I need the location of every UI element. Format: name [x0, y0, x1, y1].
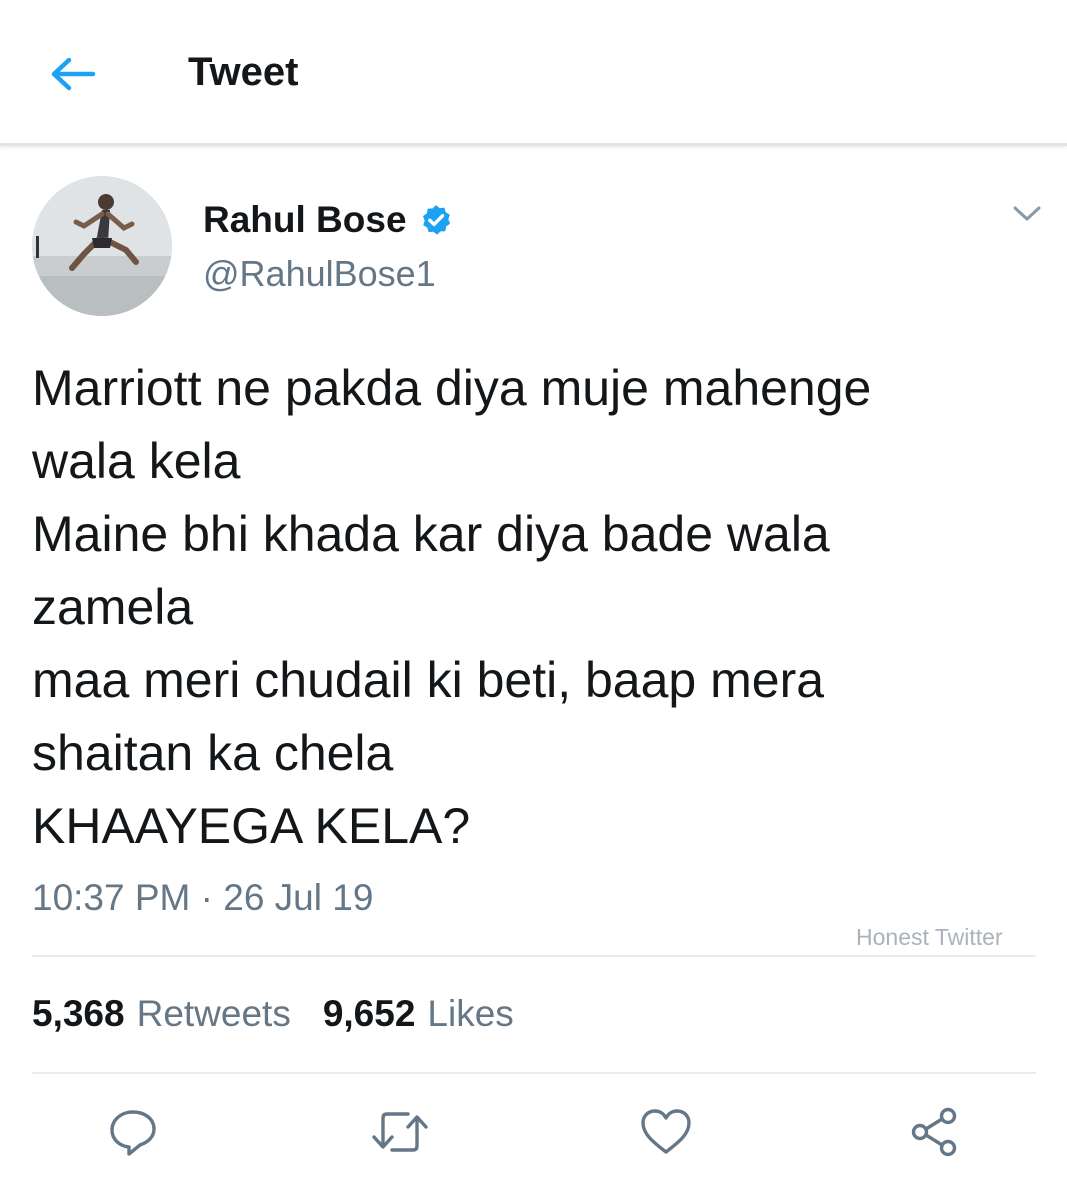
share-button[interactable]	[904, 1104, 964, 1160]
likes-count: 9,652	[322, 993, 416, 1034]
tweet-line: KHAAYEGA KELA?	[32, 798, 471, 854]
tweet-stats: 5,368 Retweets 9,652 Likes	[32, 990, 514, 1038]
retweets-stat[interactable]: 5,368 Retweets	[32, 990, 291, 1038]
avatar[interactable]	[32, 176, 172, 316]
tweet-line: zamela	[32, 579, 194, 635]
avatar-photo	[32, 176, 172, 316]
tweet-line: wala kela	[32, 433, 241, 489]
retweet-button[interactable]	[370, 1104, 430, 1160]
watermark: Honest Twitter	[856, 924, 1003, 950]
author-name[interactable]: Rahul Bose	[203, 198, 453, 242]
retweet-icon	[372, 1112, 428, 1152]
reply-button[interactable]	[103, 1104, 163, 1160]
tweet-line: Maine bhi khada kar diya bade wala	[32, 506, 830, 562]
divider	[32, 955, 1036, 957]
tweet-text: Marriott ne pakda diya muje mahenge wala…	[32, 352, 1042, 863]
tweet-options-button[interactable]	[1006, 196, 1048, 232]
tweet-line: maa meri chudail ki beti, baap mera	[32, 652, 825, 708]
tweet-line: Marriott ne pakda diya muje mahenge	[32, 360, 872, 416]
chevron-down-icon	[1013, 206, 1041, 221]
share-icon	[911, 1107, 957, 1157]
divider	[32, 1072, 1036, 1074]
tweet-line: shaitan ka chela	[32, 725, 394, 781]
tweet-timestamp[interactable]: 10:37 PM · 26 Jul 19	[32, 874, 373, 922]
likes-label: Likes	[427, 993, 514, 1034]
page-title: Tweet	[188, 50, 299, 94]
back-button[interactable]	[40, 46, 106, 102]
like-button[interactable]	[636, 1104, 696, 1160]
likes-stat[interactable]: 9,652 Likes	[323, 990, 514, 1038]
author-handle[interactable]: @RahulBose1	[203, 252, 436, 296]
arrow-left-icon	[51, 57, 96, 91]
like-icon	[641, 1109, 691, 1154]
top-app-bar: Tweet	[0, 0, 1067, 146]
retweets-count: 5,368	[32, 993, 125, 1034]
reply-icon	[110, 1110, 156, 1156]
display-name-text: Rahul Bose	[203, 199, 407, 240]
retweets-label: Retweets	[136, 993, 291, 1034]
verified-badge-icon	[422, 205, 450, 235]
